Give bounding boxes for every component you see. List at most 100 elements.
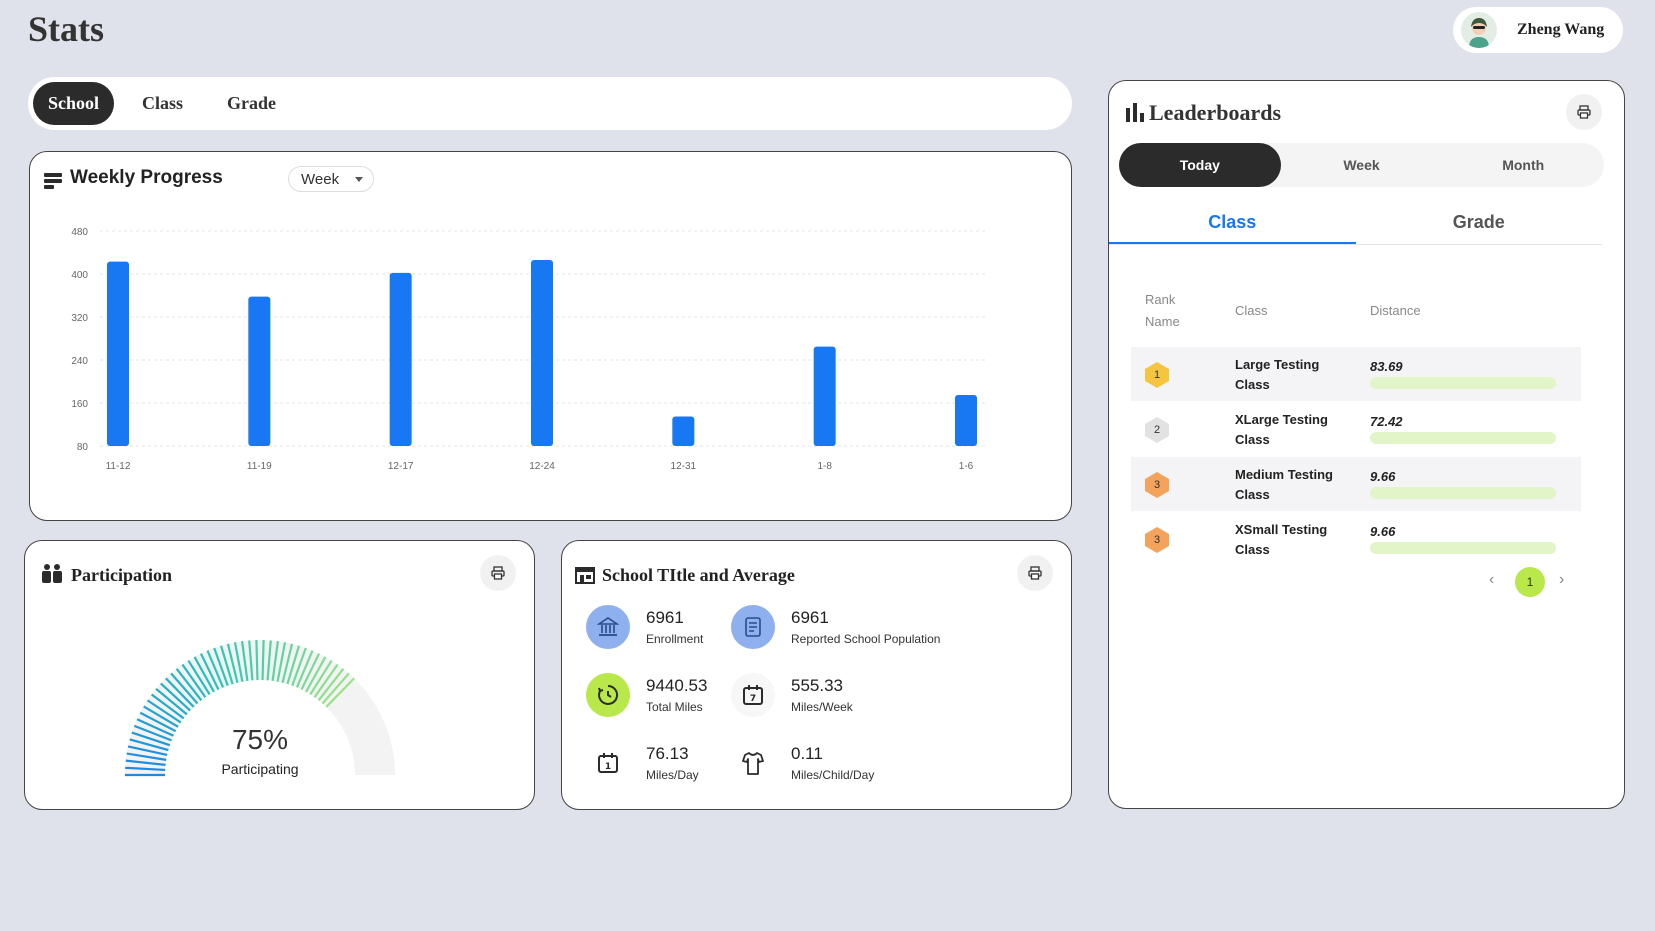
svg-text:1: 1 [605, 762, 611, 772]
tab-grade[interactable]: Grade [211, 83, 292, 124]
rank-badge-icon: 3 [1143, 471, 1171, 499]
leaderboard-row: 1 Large Testing Class 83.69 [1131, 347, 1581, 401]
x-tick-label: 12-17 [388, 461, 414, 472]
bar-12-17 [389, 272, 412, 446]
user-name: Zheng Wang [1517, 21, 1605, 38]
distance-bar [1370, 542, 1556, 554]
tab-class-view[interactable]: Class [1109, 206, 1356, 244]
rank-number: 3 [1153, 479, 1161, 491]
rank-number: 1 [1153, 369, 1161, 381]
chevron-left-icon[interactable]: ‹ [1489, 571, 1494, 589]
distance-value: 72.42 [1370, 414, 1403, 429]
gauge-tick [261, 640, 265, 681]
header-class: Class [1235, 303, 1268, 318]
y-tick-label: 240 [71, 356, 88, 367]
leaderboard-row: 3 Medium Testing Class 9.66 [1131, 457, 1581, 511]
class-name: XLarge Testing Class [1235, 412, 1328, 447]
caret-down-icon [355, 177, 363, 182]
printer-icon [1028, 566, 1042, 580]
rank-number: 3 [1153, 534, 1161, 546]
stat-value: 0.11 [791, 744, 823, 763]
distance-value: 9.66 [1370, 524, 1396, 539]
y-tick-label: 480 [71, 227, 88, 238]
y-tick-label: 320 [71, 313, 88, 324]
range-select[interactable]: Week [288, 166, 374, 192]
page-1-button[interactable]: 1 [1515, 567, 1545, 597]
print-button[interactable] [1566, 94, 1602, 130]
distance-bar [1370, 432, 1556, 444]
timer-icon [586, 673, 630, 717]
school-building-icon [586, 605, 630, 649]
stat-miles-day: 1 76.13 Miles/Day [586, 741, 699, 785]
child-shirt-icon [731, 741, 775, 785]
tab-week[interactable]: Week [1281, 143, 1443, 187]
bar-chart-icon [1126, 103, 1144, 122]
leaderboard-row: 2 XLarge Testing Class 72.42 [1131, 402, 1581, 456]
printer-icon [1577, 105, 1591, 119]
bar-1-8 [813, 346, 836, 446]
distance-bar [1370, 377, 1556, 389]
chevron-right-icon[interactable]: › [1559, 571, 1564, 589]
leaderboards-card: Leaderboards Today Week Month Class Grad… [1108, 80, 1625, 809]
avatar [1461, 12, 1497, 48]
stat-label: Miles/Child/Day [791, 768, 875, 782]
tab-grade-view[interactable]: Grade [1356, 206, 1603, 244]
x-tick-label: 1-6 [959, 461, 974, 472]
tab-month[interactable]: Month [1442, 143, 1604, 187]
stat-total-miles: 9440.53 Total Miles [586, 673, 707, 717]
tab-school[interactable]: School [33, 82, 115, 125]
y-tick-label: 80 [77, 442, 89, 453]
leaderboard-row: 3 XSmall Testing Class 9.66 [1131, 512, 1581, 566]
document-icon [731, 605, 775, 649]
calendar-1-icon: 1 [586, 741, 630, 785]
tab-class[interactable]: Class [126, 83, 199, 124]
weekly-bar-chart: 80 160 240 320 400 480 11-12 11-19 12-17 12-24 12-… [71, 227, 985, 472]
distance-bar [1370, 487, 1556, 499]
participation-value: 75% [231, 724, 289, 755]
stat-miles-child-day: 0.11 Miles/Child/Day [731, 741, 874, 785]
rank-badge-icon: 1 [1143, 361, 1171, 389]
stat-value: 6961 [791, 608, 829, 627]
stat-value: 9440.53 [646, 676, 708, 695]
class-name: XSmall Testing Class [1235, 522, 1328, 557]
bar-12-31 [672, 416, 695, 446]
stat-label: Miles/Day [646, 768, 699, 782]
x-tick-label: 11-12 [106, 461, 131, 472]
bar-12-24 [531, 260, 553, 446]
y-tick-label: 160 [71, 399, 88, 410]
stat-label: Total Miles [646, 700, 703, 714]
distance-value: 83.69 [1370, 359, 1403, 374]
weekly-progress-title: Weekly Progress [70, 167, 223, 188]
school-title: School TItle and Average [602, 565, 795, 585]
stat-reported-population: 6961 Reported School Population [731, 605, 940, 649]
x-tick-label: 12-24 [529, 461, 555, 472]
class-name: Large Testing Class [1235, 357, 1320, 392]
printer-icon [491, 566, 505, 580]
scope-tabs: School Class Grade [28, 77, 1072, 130]
header-distance: Distance [1370, 303, 1421, 318]
stat-label: Miles/Week [791, 700, 853, 714]
print-button[interactable] [480, 555, 516, 591]
tab-today[interactable]: Today [1119, 143, 1281, 187]
user-menu[interactable]: Zheng Wang [1453, 7, 1623, 53]
bar-1-6 [955, 394, 977, 446]
print-button[interactable] [1017, 555, 1053, 591]
class-name: Medium Testing Class [1235, 467, 1333, 502]
stat-label: Enrollment [646, 632, 704, 646]
distance-value: 9.66 [1370, 469, 1396, 484]
y-tick-label: 400 [71, 270, 88, 281]
header-rank: Rank [1145, 292, 1176, 307]
participation-title: Participation [71, 565, 172, 585]
svg-text:7: 7 [750, 694, 756, 704]
gauge-tick [255, 640, 259, 681]
period-tabs: Today Week Month [1119, 143, 1604, 187]
leaderboards-title: Leaderboards [1149, 100, 1281, 125]
participation-card: Participation 75% Participating [24, 540, 535, 810]
stat-miles-week: 7 555.33 Miles/Week [731, 673, 853, 717]
stack-icon [44, 173, 62, 189]
x-tick-label: 11-19 [247, 461, 272, 472]
stat-enrollment: 6961 Enrollment [586, 605, 703, 649]
page-title: Stats [28, 9, 105, 49]
store-icon [575, 567, 595, 584]
rank-badge-icon: 3 [1143, 526, 1171, 554]
